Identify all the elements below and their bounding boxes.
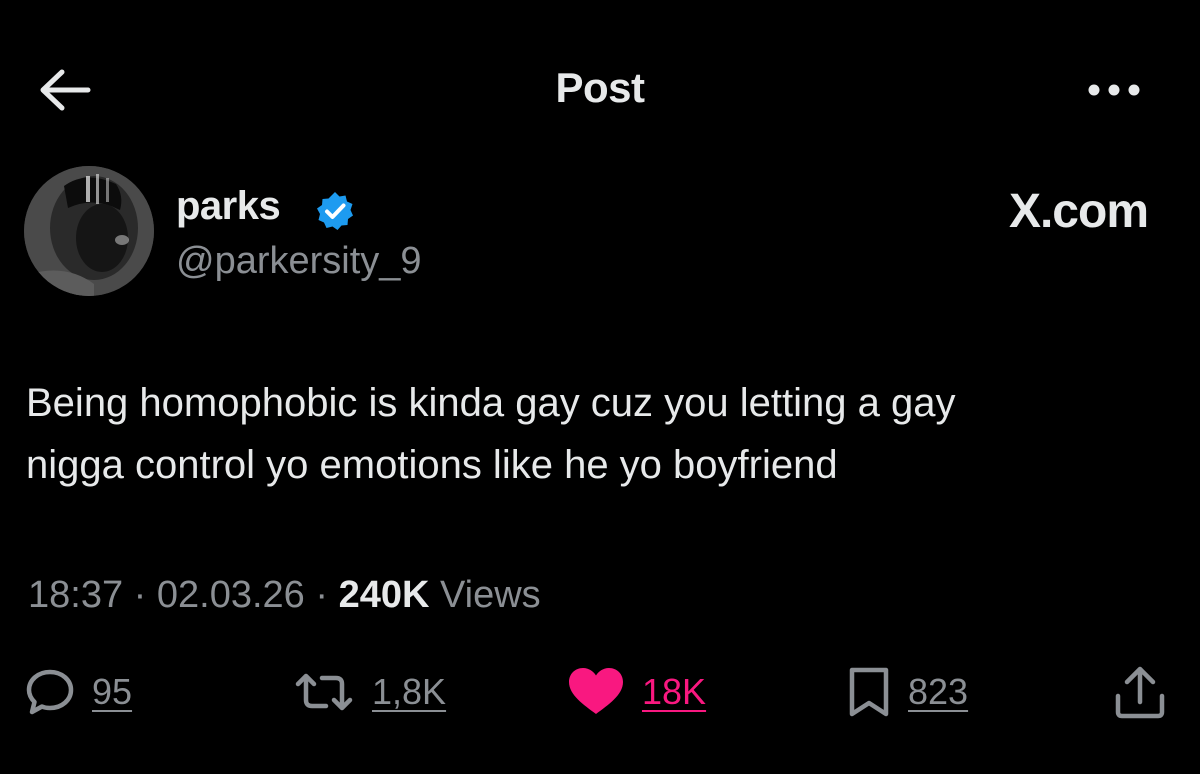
meta-separator: · [123, 574, 157, 616]
avatar[interactable] [24, 166, 154, 296]
bookmark-icon [849, 667, 889, 717]
bookmark-count[interactable]: 823 [908, 671, 968, 713]
post-meta: 18:37 · 02.03.26 · 240K Views [28, 574, 541, 617]
action-bar: 95 1,8K 18K 823 [0, 660, 1200, 730]
page-title: Post [555, 64, 645, 111]
reply-count[interactable]: 95 [92, 671, 132, 713]
bookmark-button[interactable]: 823 [846, 660, 968, 724]
share-icon [1115, 666, 1165, 719]
watermark-text: X.com [1008, 185, 1149, 238]
verified-badge-icon [317, 192, 353, 230]
author-handle[interactable]: @parkersity_9 [176, 240, 422, 283]
share-button[interactable] [1110, 660, 1170, 724]
post-time: 18:37 [28, 574, 124, 616]
like-button[interactable]: 18K [566, 660, 706, 724]
more-options-button[interactable] [1084, 78, 1144, 102]
repost-icon [295, 673, 353, 711]
post-date: 02.03.26 [156, 574, 305, 616]
views-label: Views [429, 574, 541, 616]
views-count[interactable]: 240K [339, 574, 430, 616]
top-app-bar: Post [0, 0, 1200, 180]
avatar-photo [24, 166, 154, 296]
post-author: parks @parkersity_9 X.com [24, 166, 1174, 306]
reply-button[interactable]: 95 [24, 660, 132, 724]
repost-count[interactable]: 1,8K [372, 671, 446, 713]
repost-button[interactable]: 1,8K [292, 660, 446, 724]
reply-icon [26, 669, 74, 715]
meta-separator: · [304, 574, 339, 616]
author-display-name[interactable]: parks [176, 184, 281, 229]
like-count[interactable]: 18K [642, 671, 706, 713]
heart-icon [569, 668, 623, 714]
more-horizontal-icon [1088, 84, 1140, 96]
post-text: Being homophobic is kinda gay cuz you le… [26, 381, 956, 487]
